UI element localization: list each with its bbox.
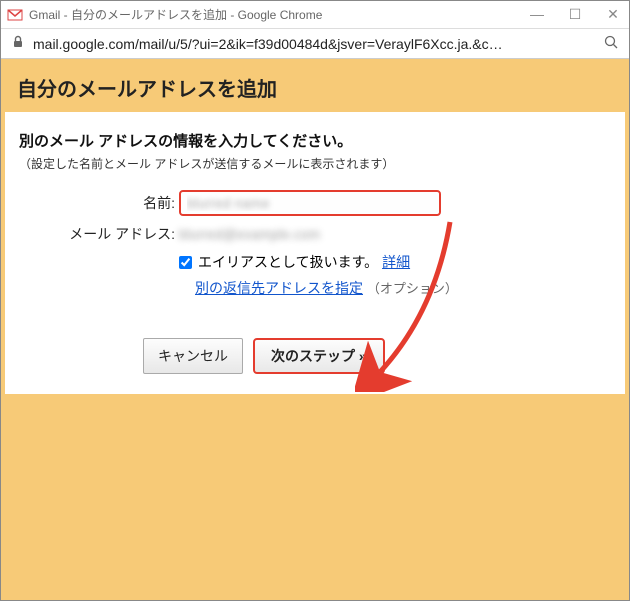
address-bar: mail.google.com/mail/u/5/?ui=2&ik=f39d00… (1, 29, 629, 59)
window-controls: — ☐ ✕ (527, 6, 623, 23)
url-text[interactable]: mail.google.com/mail/u/5/?ui=2&ik=f39d00… (33, 36, 603, 52)
minimize-button[interactable]: — (527, 6, 547, 23)
next-step-button[interactable]: 次のステップ » (253, 338, 385, 374)
page-title: 自分のメールアドレスを追加 (17, 73, 613, 102)
titlebar: Gmail - 自分のメールアドレスを追加 - Google Chrome — … (1, 1, 629, 29)
name-row: 名前: (19, 190, 611, 216)
name-label: 名前: (19, 193, 179, 213)
lock-icon (11, 35, 25, 52)
section-heading: 別のメール アドレスの情報を入力してください。 (19, 130, 611, 151)
button-row: キャンセル 次のステップ » (143, 338, 611, 374)
page-header: 自分のメールアドレスを追加 (5, 63, 625, 112)
reply-address-link[interactable]: 別の返信先アドレスを指定 (195, 280, 363, 296)
zoom-icon[interactable] (603, 34, 619, 53)
section-subheading: （設定した名前とメール アドレスが送信するメールに表示されます） (19, 155, 611, 172)
close-button[interactable]: ✕ (603, 6, 623, 23)
alias-label: エイリアスとして扱います。 (198, 252, 378, 272)
name-input[interactable] (179, 190, 441, 216)
window-title: Gmail - 自分のメールアドレスを追加 - Google Chrome (29, 6, 527, 23)
email-label: メール アドレス: (19, 224, 179, 244)
content-area: 別のメール アドレスの情報を入力してください。 （設定した名前とメール アドレス… (5, 112, 625, 394)
reply-row: 別の返信先アドレスを指定 （オプション） (195, 278, 611, 298)
maximize-button[interactable]: ☐ (565, 6, 585, 23)
alias-checkbox[interactable] (179, 256, 192, 269)
alias-row: エイリアスとして扱います。 詳細 (179, 252, 611, 272)
option-note: （オプション） (367, 281, 458, 296)
page-container: 自分のメールアドレスを追加 別のメール アドレスの情報を入力してください。 （設… (1, 59, 629, 600)
email-value: blurred@example.com (179, 226, 320, 242)
cancel-button[interactable]: キャンセル (143, 338, 243, 374)
email-row: メール アドレス: blurred@example.com (19, 224, 611, 244)
gmail-icon (7, 7, 23, 23)
alias-detail-link[interactable]: 詳細 (382, 252, 410, 272)
